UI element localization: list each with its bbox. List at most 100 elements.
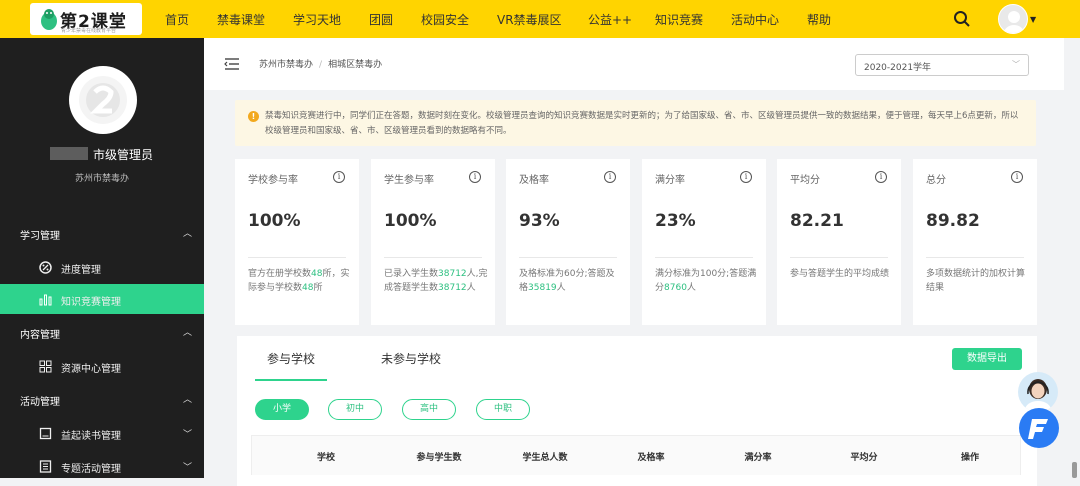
- divider: [519, 257, 617, 258]
- chevron-up-icon: ︿: [183, 395, 193, 405]
- sidebar-item-label: 资源中心管理: [61, 364, 121, 375]
- redacted-name: [50, 147, 88, 160]
- chevron-up-icon: ︿: [183, 229, 193, 239]
- column-header-pass-rate: 及格率: [637, 453, 665, 463]
- info-icon[interactable]: i: [604, 171, 616, 183]
- stat-value: 23%: [655, 211, 696, 231]
- stat-card-school-participation: 学校参与率 i 100% 官方在册学校数48所，实际参与学校数48所: [235, 159, 359, 325]
- logo-subtitle: 青少年禁毒在线教育平台: [61, 28, 117, 34]
- sidebar-item-label: 专题活动管理: [61, 464, 121, 475]
- nav-vr-exhibit[interactable]: VR禁毒展区: [497, 11, 562, 28]
- column-header-full-score-rate: 满分率: [744, 453, 772, 463]
- stat-title: 总分: [926, 175, 946, 186]
- f-logo-icon: [1028, 419, 1048, 439]
- stat-description: 官方在册学校数48所，实际参与学校数48所: [248, 269, 350, 293]
- info-icon[interactable]: i: [1011, 171, 1023, 183]
- book-icon: [39, 427, 52, 440]
- sidebar-avatar: [69, 66, 137, 134]
- agent-portrait-icon: [1025, 379, 1051, 412]
- filter-junior-high[interactable]: 初中: [328, 399, 382, 420]
- tab-non-participating-schools[interactable]: 未参与学校: [381, 350, 441, 367]
- stat-card-student-participation: 学生参与率 i 100% 已录入学生数38712人,完成答题学生数38712人: [371, 159, 495, 325]
- avatar-silhouette-icon: [1004, 11, 1024, 33]
- nav-reunion[interactable]: 团圆: [369, 11, 393, 28]
- filter-senior-high[interactable]: 高中: [402, 399, 456, 420]
- scrollbar-thumb[interactable]: [1072, 462, 1077, 478]
- divider: [790, 257, 888, 258]
- customer-service-avatar[interactable]: [1018, 372, 1058, 412]
- avatar-logo-icon: [79, 76, 127, 124]
- progress-icon: [39, 261, 52, 274]
- notice-text: 禁毒知识竞赛进行中，同学们正在答题，数据时刻在变化。校级管理员查询的知识竞赛数据…: [265, 111, 1019, 136]
- stat-value: 93%: [519, 211, 560, 231]
- nav-knowledge-contest[interactable]: 知识竞赛: [655, 11, 703, 28]
- stat-description: 已录入学生数38712人,完成答题学生数38712人: [384, 269, 488, 293]
- sidebar-item-progress[interactable]: 进度管理: [0, 252, 204, 282]
- user-avatar[interactable]: [998, 4, 1028, 34]
- stat-description: 及格标准为60分;答题及格35819人: [519, 269, 615, 293]
- sidebar-group-label: 内容管理: [20, 330, 60, 341]
- chevron-up-icon: ︿: [183, 328, 193, 338]
- sidebar-group-content[interactable]: 内容管理 ︿: [0, 318, 204, 348]
- nav-help[interactable]: 帮助: [807, 11, 831, 28]
- assistant-f-icon[interactable]: [1019, 408, 1059, 448]
- column-header-total-students: 学生总人数: [522, 453, 568, 463]
- nav-study-world[interactable]: 学习天地: [293, 11, 341, 28]
- nav-campus-safety[interactable]: 校园安全: [421, 11, 469, 28]
- search-icon[interactable]: [953, 10, 971, 28]
- stat-description: 满分标准为100分;答题满分8760人: [655, 269, 757, 293]
- academic-year-value: 2020-2021学年: [864, 63, 932, 73]
- sidebar-item-label: 进度管理: [61, 265, 101, 276]
- filter-primary-school[interactable]: 小学: [255, 399, 309, 420]
- breadcrumb-bar: 苏州市禁毒办 / 相城区禁毒办 2020-2021学年 ﹀: [204, 38, 1064, 90]
- breadcrumb-separator: /: [319, 60, 323, 70]
- column-header-participants: 参与学生数: [416, 453, 462, 463]
- sidebar-group-label: 学习管理: [20, 231, 60, 242]
- column-header-actions: 操作: [960, 453, 980, 463]
- info-icon[interactable]: i: [875, 171, 887, 183]
- site-logo[interactable]: 第2课堂 青少年禁毒在线教育平台: [30, 3, 142, 35]
- stat-description: 参与答题学生的平均成绩: [790, 269, 890, 279]
- stat-value: 82.21: [790, 211, 844, 231]
- active-tab-indicator: [255, 379, 327, 381]
- sidebar-group-activity[interactable]: 活动管理 ︿: [0, 385, 204, 415]
- stat-card-full-score-rate: 满分率 i 23% 满分标准为100分;答题满分8760人: [642, 159, 766, 325]
- document-icon: [39, 460, 52, 473]
- stat-title: 学生参与率: [384, 175, 434, 186]
- sidebar-item-special-activity[interactable]: 专题活动管理 ﹀: [0, 451, 204, 481]
- stat-title: 满分率: [655, 175, 685, 186]
- academic-year-select[interactable]: 2020-2021学年 ﹀: [855, 54, 1029, 76]
- user-role: 市级管理员: [93, 148, 154, 162]
- info-icon[interactable]: i: [740, 171, 752, 183]
- menu-collapse-icon[interactable]: [224, 57, 240, 71]
- column-header-school: 学校: [316, 453, 336, 463]
- warning-icon: !: [248, 111, 259, 122]
- stat-value: 100%: [384, 211, 437, 231]
- sidebar-group-label: 活动管理: [20, 397, 60, 408]
- breadcrumb-level-1[interactable]: 苏州市禁毒办: [259, 60, 313, 70]
- stat-title: 平均分: [790, 175, 820, 186]
- chevron-down-icon: ﹀: [183, 463, 193, 473]
- sidebar-item-label: 益起读书管理: [61, 431, 121, 442]
- breadcrumb: 苏州市禁毒办 / 相城区禁毒办: [259, 57, 382, 70]
- nav-drug-class[interactable]: 禁毒课堂: [217, 11, 265, 28]
- info-icon[interactable]: i: [469, 171, 481, 183]
- nav-home[interactable]: 首页: [165, 11, 189, 28]
- sidebar-item-reading[interactable]: 益起读书管理 ﹀: [0, 418, 204, 448]
- sidebar-group-learning[interactable]: 学习管理 ︿: [0, 219, 204, 249]
- nav-public-welfare[interactable]: 公益++: [588, 11, 632, 28]
- sidebar-item-resource-center[interactable]: 资源中心管理: [0, 351, 204, 381]
- export-data-button[interactable]: 数据导出: [952, 348, 1022, 370]
- schools-panel: 参与学校 未参与学校 数据导出 小学 初中 高中 中职 学校 参与学生数 学生总…: [237, 336, 1037, 486]
- column-header-average-score: 平均分: [850, 453, 878, 463]
- sidebar-item-knowledge-contest[interactable]: 知识竞赛管理: [0, 284, 204, 314]
- stat-card-total-score: 总分 i 89.82 多项数据统计的加权计算结果: [913, 159, 1037, 325]
- filter-vocational[interactable]: 中职: [476, 399, 530, 420]
- notice-banner: ! 禁毒知识竞赛进行中，同学们正在答题，数据时刻在变化。校级管理员查询的知识竞赛…: [235, 100, 1036, 146]
- info-icon[interactable]: i: [333, 171, 345, 183]
- tab-participating-schools[interactable]: 参与学校: [267, 350, 315, 367]
- nav-activity-center[interactable]: 活动中心: [731, 11, 779, 28]
- logo-mascot-icon: [41, 9, 57, 30]
- stat-title: 及格率: [519, 175, 549, 186]
- chevron-down-icon[interactable]: ▼: [1030, 15, 1036, 24]
